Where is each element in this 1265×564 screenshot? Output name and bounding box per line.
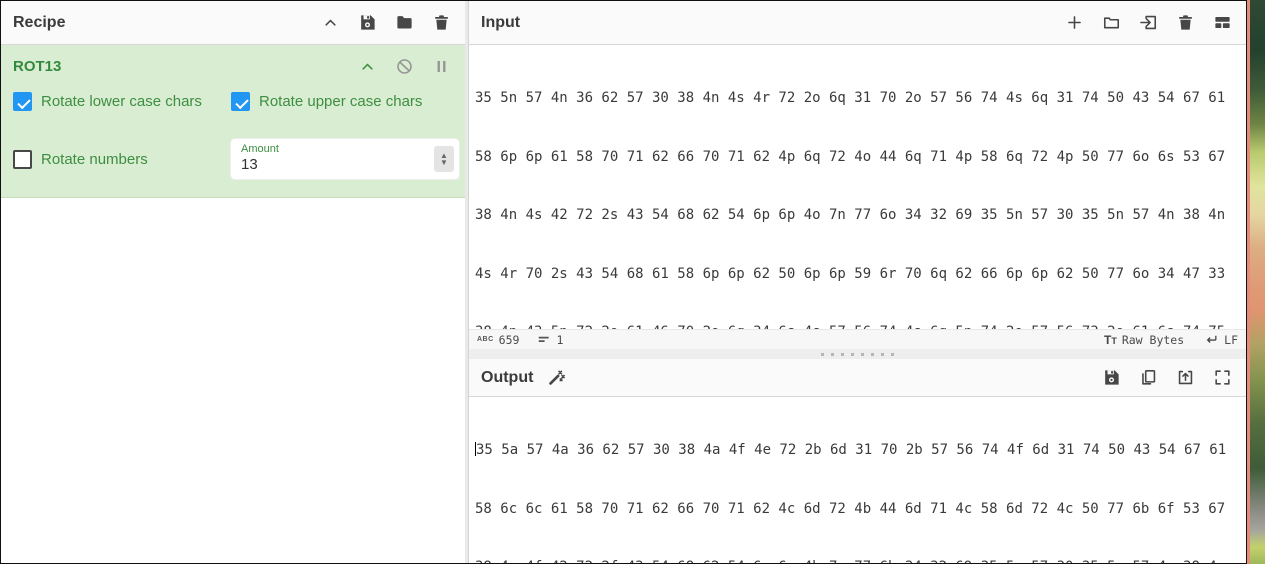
input-status-bar: ABC 659 1 TT Raw Bytes LF [469, 329, 1246, 349]
input-textarea[interactable]: 35 5n 57 4n 36 62 57 30 38 4n 4s 4r 72 2… [469, 45, 1246, 329]
load-recipe-button[interactable] [393, 11, 416, 34]
checkbox-checked-icon [13, 92, 32, 111]
disable-op-button[interactable] [393, 55, 416, 78]
input-line: 4s 4r 70 2s 43 54 68 61 58 6p 6p 62 50 6… [475, 265, 1226, 282]
wallpaper-image [1250, 0, 1265, 564]
output-title: Output [481, 368, 534, 386]
amount-input[interactable] [241, 156, 429, 173]
char-count-value: 659 [498, 332, 520, 347]
amount-field[interactable]: Amount ▲▼ [231, 139, 459, 179]
encoding-value: Raw Bytes [1121, 332, 1185, 347]
line-count-stat: 1 [537, 333, 563, 347]
rotate-upper-checkbox[interactable]: Rotate upper case chars [231, 92, 459, 111]
magic-button[interactable] [545, 366, 568, 389]
input-line: 38 4n 4s 42 72 2s 43 54 68 62 54 6p 6p 4… [475, 207, 1226, 223]
amount-label: Amount [241, 143, 279, 155]
input-title: Input [481, 13, 521, 31]
eol-selector[interactable]: LF [1204, 333, 1238, 347]
layout-icon [1215, 16, 1230, 29]
app-frame: Recipe ROT13 Rotate lower case chars Rot… [0, 0, 1247, 564]
recipe-header: Recipe [1, 1, 465, 45]
clear-recipe-button[interactable] [430, 11, 453, 34]
output-header: Output [469, 359, 1246, 397]
ban-icon [397, 59, 412, 74]
chevron-up-icon [362, 63, 373, 70]
collapse-op-button[interactable] [356, 55, 379, 78]
folder-icon [397, 16, 412, 29]
trash-icon [1179, 15, 1192, 30]
trash-icon [435, 15, 448, 30]
save-icon [1105, 370, 1119, 385]
open-file-as-input-button[interactable] [1137, 11, 1160, 34]
output-line: 58 6c 6c 61 58 70 71 62 66 70 71 62 4c 6… [475, 500, 1226, 517]
operation-title: ROT13 [13, 58, 62, 75]
eol-value: LF [1224, 332, 1238, 347]
input-line: 58 6p 6p 61 58 70 71 62 66 70 71 62 4p 6… [475, 148, 1226, 165]
chevron-up-icon [325, 19, 336, 26]
io-column: Input 35 5n 57 4n 36 62 57 30 38 4n 4s 4… [469, 1, 1246, 563]
clear-io-button[interactable] [1174, 11, 1197, 34]
recipe-panel: Recipe ROT13 Rotate lower case chars Rot… [1, 1, 465, 563]
save-icon [361, 15, 375, 30]
output-line: 35 5a 57 4a 36 62 57 30 38 4a 4f 4e 72 2… [475, 442, 1227, 458]
char-count-stat: ABC 659 [477, 333, 519, 347]
open-output-new-tab-button[interactable] [1174, 366, 1197, 389]
input-line: 35 5n 57 4n 36 62 57 30 38 4n 4s 4r 72 2… [475, 90, 1226, 106]
input-header: Input [469, 1, 1246, 45]
copy-icon [1142, 369, 1156, 385]
line-count-value: 1 [556, 332, 564, 347]
recipe-title: Recipe [13, 13, 66, 31]
operation-args: Rotate lower case chars Rotate upper cas… [13, 92, 459, 179]
character-encoding-selector[interactable]: TT Raw Bytes [1104, 333, 1184, 347]
checkbox-label: Rotate numbers [41, 150, 148, 168]
open-in-new-icon [1178, 370, 1193, 385]
rotate-numbers-checkbox[interactable]: Rotate numbers [13, 149, 231, 169]
fullscreen-icon [1215, 370, 1230, 385]
desktop-wallpaper-strip [1247, 0, 1265, 564]
checkbox-unchecked-icon [13, 149, 32, 169]
checkbox-label: Rotate lower case chars [41, 93, 202, 110]
pane-layout-button[interactable] [1211, 11, 1234, 34]
checkbox-label: Rotate upper case chars [259, 93, 423, 110]
return-arrow-icon [1204, 333, 1219, 346]
maximise-output-button[interactable] [1211, 366, 1234, 389]
save-recipe-button[interactable] [356, 11, 379, 34]
breakpoint-op-button[interactable] [430, 55, 453, 78]
char-count-icon: ABC [477, 336, 494, 343]
io-splitter[interactable] [469, 349, 1246, 359]
file-input-icon [1140, 15, 1157, 30]
add-input-tab-button[interactable] [1063, 11, 1086, 34]
copy-output-button[interactable] [1137, 366, 1160, 389]
recipe-drop-area[interactable] [1, 198, 465, 563]
rotate-lower-checkbox[interactable]: Rotate lower case chars [13, 92, 231, 111]
operation-header: ROT13 [13, 55, 453, 78]
plus-icon [1068, 16, 1081, 29]
magic-wand-icon [549, 370, 566, 385]
text-encoding-icon: TT [1103, 332, 1117, 347]
lines-icon [537, 333, 551, 347]
pause-icon [437, 60, 446, 73]
folder-outline-icon [1103, 17, 1120, 29]
save-output-button[interactable] [1100, 366, 1123, 389]
output-line: 38 4a 4f 42 72 2f 43 54 68 62 54 6c 6c 4… [475, 558, 1240, 563]
amount-stepper[interactable]: ▲ ▼ [434, 146, 454, 172]
cyberchef-window: Recipe ROT13 Rotate lower case chars Rot… [0, 0, 1265, 564]
output-textarea[interactable]: 35 5a 57 4a 36 62 57 30 38 4a 4f 4e 72 2… [469, 397, 1246, 563]
checkbox-checked-icon [231, 92, 250, 111]
open-folder-as-input-button[interactable] [1100, 11, 1123, 34]
collapse-all-button[interactable] [319, 11, 342, 34]
recipe-operation-rot13[interactable]: ROT13 Rotate lower case chars Rotate upp… [1, 45, 465, 198]
